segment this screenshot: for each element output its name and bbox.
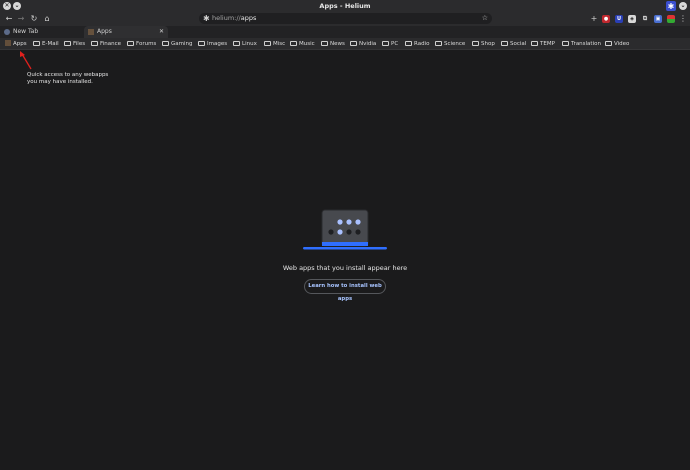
bookmark-folder-news[interactable]: News — [321, 38, 345, 50]
folder-icon — [33, 40, 40, 46]
bookmark-folder-social[interactable]: Social — [501, 38, 526, 50]
tab-label: New Tab — [13, 28, 39, 35]
bookmark-folder-linux[interactable]: Linux — [233, 38, 257, 50]
bookmark-label: News — [330, 41, 345, 47]
bookmark-folder-science[interactable]: Science — [435, 38, 465, 50]
extension-flag-icon[interactable] — [667, 15, 675, 23]
bookmark-label: Misc — [273, 41, 286, 47]
bookmark-folder-nvidia[interactable]: Nvidia — [350, 38, 376, 50]
extension-red-icon[interactable]: ● — [602, 15, 610, 23]
bookmark-label: Radio — [414, 41, 430, 47]
bookmark-folder-files[interactable]: Files — [64, 38, 85, 50]
new-tab-plus-icon[interactable]: + — [588, 13, 600, 25]
bookmark-label: Linux — [242, 41, 257, 47]
bookmark-label: Apps — [13, 41, 27, 47]
bookmark-folder-misc[interactable]: Misc — [264, 38, 285, 50]
annotation-line: you may have installed. — [27, 78, 93, 85]
folder-icon — [127, 40, 134, 46]
extension-blue-icon[interactable]: ▣ — [654, 15, 662, 23]
bookmark-folder-music[interactable]: Music — [290, 38, 315, 50]
extension-bitwarden-icon[interactable]: U — [615, 15, 623, 23]
helium-icon — [4, 29, 10, 35]
bookmark-label: Shop — [481, 41, 495, 47]
home-icon[interactable]: ⌂ — [41, 13, 53, 25]
bookmark-label: Images — [207, 41, 228, 47]
folder-icon — [501, 40, 508, 46]
folder-icon — [321, 40, 328, 46]
menu-icon[interactable]: ⋮ — [677, 13, 689, 25]
address-bar[interactable]: ✱ helium://apps ☆ — [199, 13, 492, 24]
bookmark-label: Nvidia — [359, 41, 377, 47]
folder-icon — [435, 40, 442, 46]
star-icon[interactable]: ☆ — [482, 13, 488, 24]
learn-install-web-apps-button[interactable]: Learn how to install web apps — [304, 279, 386, 302]
bookmark-label: Forums — [136, 41, 157, 47]
apps-grid-icon — [5, 40, 11, 46]
folder-icon — [64, 40, 71, 46]
window-title: Apps - Helium — [319, 2, 371, 10]
folder-icon — [198, 40, 205, 46]
empty-state-message: Web apps that you install appear here — [282, 264, 408, 272]
folder-icon — [91, 40, 98, 46]
folder-icon — [562, 40, 569, 46]
annotation-text: Quick access to any webapps you may have… — [27, 72, 117, 85]
tab-new-tab[interactable]: New Tab — [0, 26, 84, 38]
bookmark-folder-images[interactable]: Images — [198, 38, 227, 50]
bookmark-label: E-Mail — [42, 41, 59, 47]
folder-icon — [531, 40, 538, 46]
bookmark-folder-temp[interactable]: TEMP — [531, 38, 555, 50]
folder-icon — [290, 40, 297, 46]
bookmark-label: TEMP — [540, 41, 555, 47]
annotation-arrow — [20, 51, 32, 70]
apps-grid-icon — [88, 29, 94, 35]
bookmark-folder-shop[interactable]: Shop — [472, 38, 495, 50]
reload-icon[interactable]: ↻ — [28, 13, 40, 25]
window-options-button[interactable]: ⌄ — [679, 2, 687, 10]
title-bar: ✕ ⌄ Apps - Helium ✱ ⌄ — [0, 0, 690, 12]
bookmark-label: Social — [510, 41, 527, 47]
folder-icon — [162, 40, 169, 46]
bookmark-label: Music — [299, 41, 315, 47]
bookmark-apps[interactable]: Apps — [5, 38, 27, 50]
bookmark-label: Gaming — [171, 41, 193, 47]
tab-strip: New Tab Apps ✕ — [0, 26, 690, 38]
bookmark-label: Video — [614, 41, 630, 47]
tab-apps[interactable]: Apps ✕ — [84, 26, 168, 38]
bookmark-folder-video[interactable]: Video — [605, 38, 629, 50]
bookmark-label: Translation — [571, 41, 601, 47]
web-apps-illustration — [303, 209, 387, 250]
helium-site-icon: ✱ — [203, 14, 210, 23]
forward-icon[interactable]: → — [15, 13, 27, 25]
bookmark-label: Science — [444, 41, 466, 47]
bookmark-folder-gaming[interactable]: Gaming — [162, 38, 193, 50]
annotation-line: Quick access to any webapps — [27, 72, 109, 78]
bookmark-folder-finance[interactable]: Finance — [91, 38, 121, 50]
folder-icon — [405, 40, 412, 46]
bookmark-folder-pc[interactable]: PC — [382, 38, 398, 50]
folder-icon — [382, 40, 389, 46]
bookmark-label: Finance — [100, 41, 122, 47]
folder-icon — [472, 40, 479, 46]
address-bar-url[interactable]: helium://apps — [212, 13, 256, 24]
bookmark-folder-radio[interactable]: Radio — [405, 38, 429, 50]
svg-text:✱: ✱ — [668, 2, 675, 11]
bookmark-folder-forums[interactable]: Forums — [127, 38, 156, 50]
back-icon[interactable]: ← — [3, 13, 15, 25]
bookmark-folder-email[interactable]: E-Mail — [33, 38, 59, 50]
tab-label: Apps — [97, 28, 112, 35]
folder-icon — [350, 40, 357, 46]
bookmarks-bar: Apps E-Mail Files Finance Forums Gaming … — [0, 38, 690, 50]
folder-icon — [233, 40, 240, 46]
extension-shield-icon[interactable]: ◈ — [628, 15, 636, 23]
browser-toolbar: ← → ↻ ⌂ ✱ helium://apps ☆ + ● U ◈ ⧉ ▣ ⋮ — [0, 12, 690, 26]
helium-app-icon: ✱ — [666, 1, 676, 11]
bookmark-folder-translation[interactable]: Translation — [562, 38, 601, 50]
folder-icon — [264, 40, 271, 46]
bookmark-label: PC — [391, 41, 399, 47]
folder-icon — [605, 40, 612, 46]
bookmark-label: Files — [73, 41, 86, 47]
extensions-puzzle-icon[interactable]: ⧉ — [641, 15, 649, 23]
close-tab-icon[interactable]: ✕ — [159, 26, 164, 38]
